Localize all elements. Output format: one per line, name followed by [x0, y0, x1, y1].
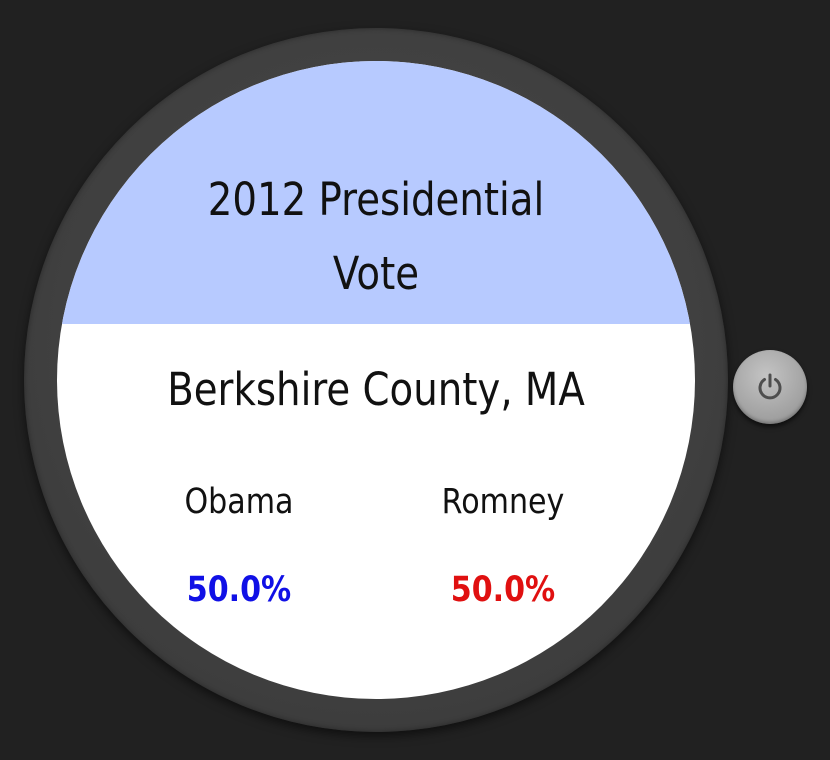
county-name: Berkshire County, MA: [167, 363, 585, 416]
watch-stage: 2012 Presidential Vote Berkshire County,…: [0, 0, 830, 760]
power-button[interactable]: [733, 350, 807, 424]
watch-screen: 2012 Presidential Vote Berkshire County,…: [57, 61, 695, 699]
power-icon: [758, 373, 782, 400]
title-header: 2012 Presidential Vote: [57, 61, 695, 324]
candidate-name-romney: Romney: [441, 482, 565, 522]
candidate-percent-obama: 50.0%: [186, 570, 292, 610]
candidate-name-obama: Obama: [184, 482, 294, 522]
title-line-2: Vote: [332, 247, 420, 300]
candidate-romney: Romney 50.0%: [400, 478, 606, 614]
candidate-percent-romney: 50.0%: [450, 570, 556, 610]
title-line-1: 2012 Presidential: [207, 173, 545, 226]
page-title: 2012 Presidential Vote: [102, 163, 651, 311]
candidate-obama: Obama 50.0%: [136, 478, 342, 614]
